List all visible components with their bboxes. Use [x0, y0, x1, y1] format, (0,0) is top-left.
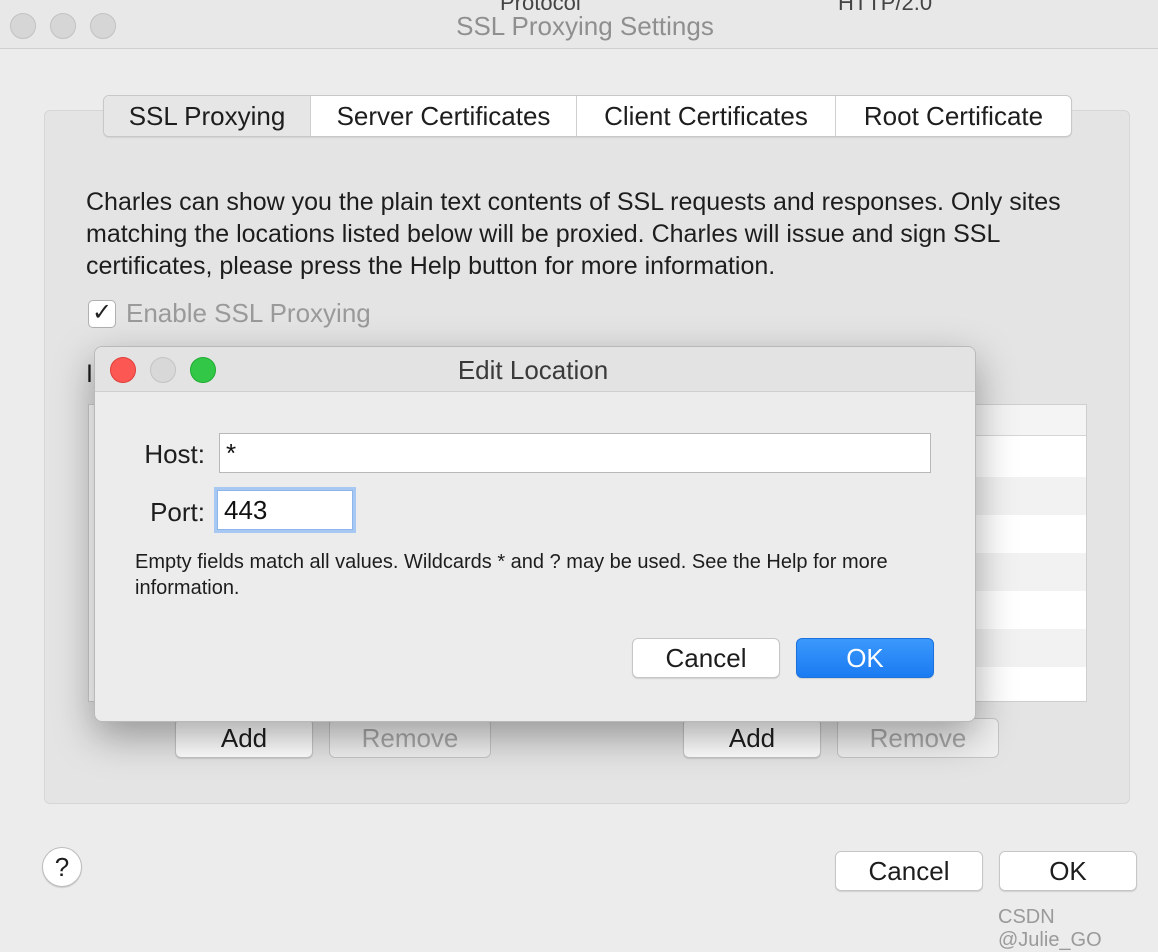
ssl-description: Charles can show you the plain text cont… — [86, 188, 1061, 280]
settings-cancel-button[interactable]: Cancel — [835, 851, 983, 891]
include-remove-button[interactable]: Remove — [329, 718, 491, 758]
table-row — [971, 629, 1086, 667]
watermark: CSDN @Julie_GO — [998, 906, 1102, 951]
port-input[interactable]: 443 — [217, 490, 353, 530]
tab-server-certificates[interactable]: Server Certificates — [311, 96, 577, 136]
table-row — [971, 477, 1086, 515]
window-titlebar: Protocol HTTP/2.0 SSL Proxying Settings — [0, 0, 1158, 49]
exclude-add-button[interactable]: Add — [683, 718, 821, 758]
tab-root-certificate[interactable]: Root Certificate — [836, 96, 1071, 136]
dialog-cancel-button[interactable]: Cancel — [632, 638, 780, 678]
table-row — [971, 553, 1086, 591]
enable-ssl-proxying-checkbox[interactable]: ✓ — [88, 298, 116, 328]
host-input[interactable]: * — [219, 433, 931, 473]
include-add-button[interactable]: Add — [175, 718, 313, 758]
table-header — [971, 405, 1086, 436]
port-label: Port: — [150, 497, 205, 527]
exclude-remove-button[interactable]: Remove — [837, 718, 999, 758]
enable-ssl-proxying-row[interactable]: ✓ Enable SSL Proxying — [88, 298, 371, 329]
include-label-fragment: I — [86, 360, 93, 388]
enable-ssl-proxying-label: Enable SSL Proxying — [126, 298, 371, 328]
settings-ok-button[interactable]: OK — [999, 851, 1137, 891]
help-button[interactable]: ? — [42, 847, 82, 887]
tab-client-certificates[interactable]: Client Certificates — [577, 96, 836, 136]
dialog-titlebar: Edit Location — [95, 347, 975, 392]
exclude-locations-table[interactable] — [970, 404, 1087, 702]
tab-bar: SSL Proxying Server Certificates Client … — [103, 95, 1072, 137]
tab-ssl-proxying[interactable]: SSL Proxying — [104, 96, 311, 136]
dialog-title: Edit Location — [457, 355, 609, 385]
dialog-ok-button[interactable]: OK — [796, 638, 934, 678]
dialog-hint: Empty fields match all values. Wildcards… — [135, 551, 888, 599]
checkmark-icon: ✓ — [92, 298, 113, 326]
host-label: Host: — [144, 439, 205, 469]
window-title: SSL Proxying Settings — [456, 11, 714, 41]
edit-location-dialog: Edit Location Host: * Port: 443 Empty fi… — [94, 346, 976, 722]
